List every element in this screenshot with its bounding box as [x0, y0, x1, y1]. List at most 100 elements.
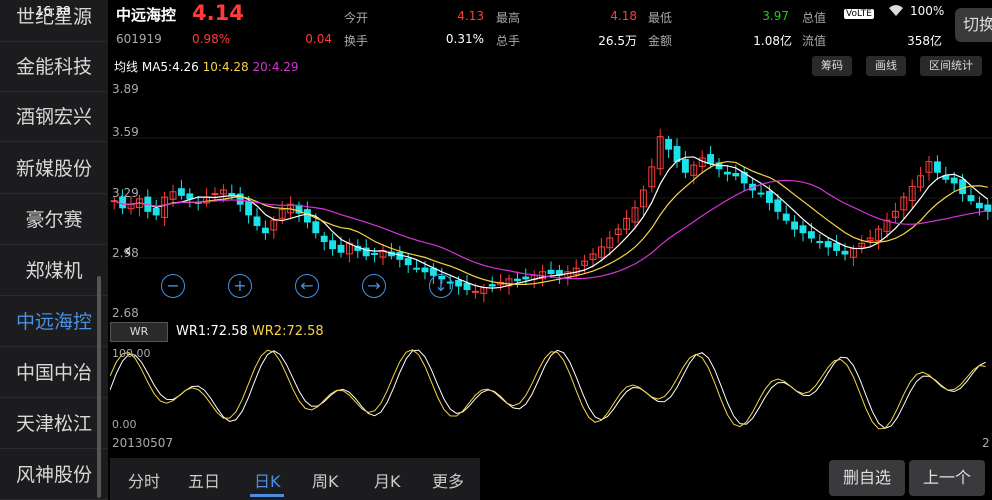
ma-label: 均线 [114, 60, 139, 74]
candle-body [959, 179, 967, 195]
volte-badge: VoLTE [844, 9, 874, 19]
candle-body [522, 276, 530, 280]
candle-body [253, 216, 261, 227]
tab-daily-k[interactable]: 日K [254, 468, 281, 492]
sidebar-scrollbar[interactable] [97, 276, 101, 498]
open-label: 今开 [344, 11, 369, 25]
candle-body [975, 202, 983, 209]
ma5-value: MA5:4.26 [141, 60, 199, 74]
chips-button[interactable]: 筹码 [812, 56, 852, 76]
previous-stock-button[interactable]: 上一个 [909, 460, 985, 496]
candle-body [471, 290, 479, 293]
low-value: 3.97 [762, 9, 789, 23]
battery-level: 100% [910, 4, 945, 18]
stock-name: 中远海控 [116, 6, 177, 24]
tab-intraday[interactable]: 分时 [128, 468, 160, 492]
y-tick: 3.89 [112, 82, 139, 96]
candle-body [681, 158, 689, 173]
wr2-value: WR2:72.58 [251, 324, 324, 339]
sidebar-item-stock[interactable]: 豪尔赛 [0, 195, 108, 245]
candle-body [816, 241, 824, 244]
candle-body [337, 244, 345, 253]
candle-body [723, 171, 731, 175]
ma10-value: 10:4.28 [202, 60, 249, 74]
arrow-left-icon[interactable]: ← [295, 274, 319, 298]
turnover-value: 0.31% [445, 32, 484, 46]
zoom-out-icon[interactable]: − [161, 274, 185, 298]
wr-tick: 0.00 [112, 418, 137, 431]
candle-body [824, 241, 832, 248]
tab-more[interactable]: 更多 [432, 468, 464, 492]
zoom-in-icon[interactable]: + [228, 274, 252, 298]
arrow-right-icon[interactable]: → [362, 274, 386, 298]
period-tabbar [110, 458, 480, 500]
volume-value: 26.5万 [598, 34, 637, 48]
sidebar-item-active[interactable]: 中远海控 [0, 297, 108, 347]
candle-body [329, 240, 337, 250]
candle-body [841, 250, 849, 255]
candle-body [488, 284, 496, 287]
candle-body [757, 192, 765, 195]
float-value: 358亿 [907, 34, 942, 48]
arrow-down-icon[interactable]: ↓ [429, 274, 453, 298]
y-tick: 3.29 [112, 186, 139, 200]
candle-body [455, 279, 463, 287]
candle-body [261, 227, 269, 234]
candle-body [547, 269, 555, 275]
wr-indicator-tab[interactable]: WR [110, 322, 168, 342]
remove-watchlist-button[interactable]: 删自选 [829, 460, 905, 496]
stock-code: 601919 [116, 32, 162, 46]
candle-body [833, 242, 841, 251]
wr1-line [110, 349, 986, 429]
candle-body [807, 231, 815, 239]
candle-body [228, 192, 236, 196]
stock-sidebar: 世纪星源 金能科技 酒钢宏兴 新媒股份 豪尔赛 郑煤机 中远海控 中国中冶 天津… [0, 0, 108, 500]
change-value: 0.04 [305, 32, 332, 46]
candle-body [186, 193, 194, 200]
high-value: 4.18 [610, 9, 637, 23]
candle-body [782, 213, 790, 221]
tab-five-day[interactable]: 五日 [188, 468, 220, 492]
stock-price: 4.14 [192, 1, 244, 25]
candle-body [177, 188, 185, 196]
candle-body [799, 225, 807, 234]
candle-body [513, 278, 521, 282]
candle-body [404, 258, 412, 266]
sidebar-item-stock[interactable]: 新媒股份 [0, 144, 108, 194]
y-tick: 2.68 [112, 306, 139, 320]
candle-body [245, 200, 253, 216]
low-label: 最低 [648, 11, 673, 25]
candle-body [312, 221, 320, 234]
wr-chart[interactable] [110, 345, 992, 435]
sidebar-item-stock[interactable]: 天津松江 [0, 399, 108, 449]
sidebar-item-stock[interactable]: 金能科技 [0, 42, 108, 92]
wifi-icon [888, 4, 904, 20]
sidebar-item-stock[interactable]: 中国中冶 [0, 348, 108, 398]
candle-body [152, 207, 160, 216]
ma20-value: 20:4.29 [252, 60, 299, 74]
sidebar-item-stock[interactable]: 酒钢宏兴 [0, 92, 108, 142]
candle-body [371, 252, 379, 255]
candle-body [732, 173, 740, 177]
turnover-label: 换手 [344, 34, 369, 48]
switch-button[interactable]: 切换 [955, 8, 992, 42]
candle-body [211, 193, 219, 196]
float-label: 流值 [802, 34, 827, 48]
draw-line-button[interactable]: 画线 [866, 56, 906, 76]
sidebar-item-stock[interactable]: 郑煤机 [0, 246, 108, 296]
date-start: 20130507 [112, 436, 174, 450]
candle-body [320, 235, 328, 243]
sidebar-item-stock[interactable]: 风神股份 [0, 450, 108, 500]
change-percent: 0.98% [192, 32, 231, 46]
amount-value: 1.08亿 [753, 34, 792, 48]
candle-body [421, 267, 429, 273]
chevron-left-icon[interactable]: ‹ [124, 238, 132, 262]
volume-label: 总手 [496, 34, 521, 48]
wr-values: WR1:72.58 WR2:72.58 [176, 324, 324, 339]
y-tick: 3.59 [112, 125, 139, 139]
candle-body [413, 267, 421, 270]
range-stats-button[interactable]: 区间统计 [920, 56, 982, 76]
tab-weekly-k[interactable]: 周K [312, 468, 339, 492]
tab-monthly-k[interactable]: 月K [374, 468, 401, 492]
open-value: 4.13 [457, 9, 484, 23]
